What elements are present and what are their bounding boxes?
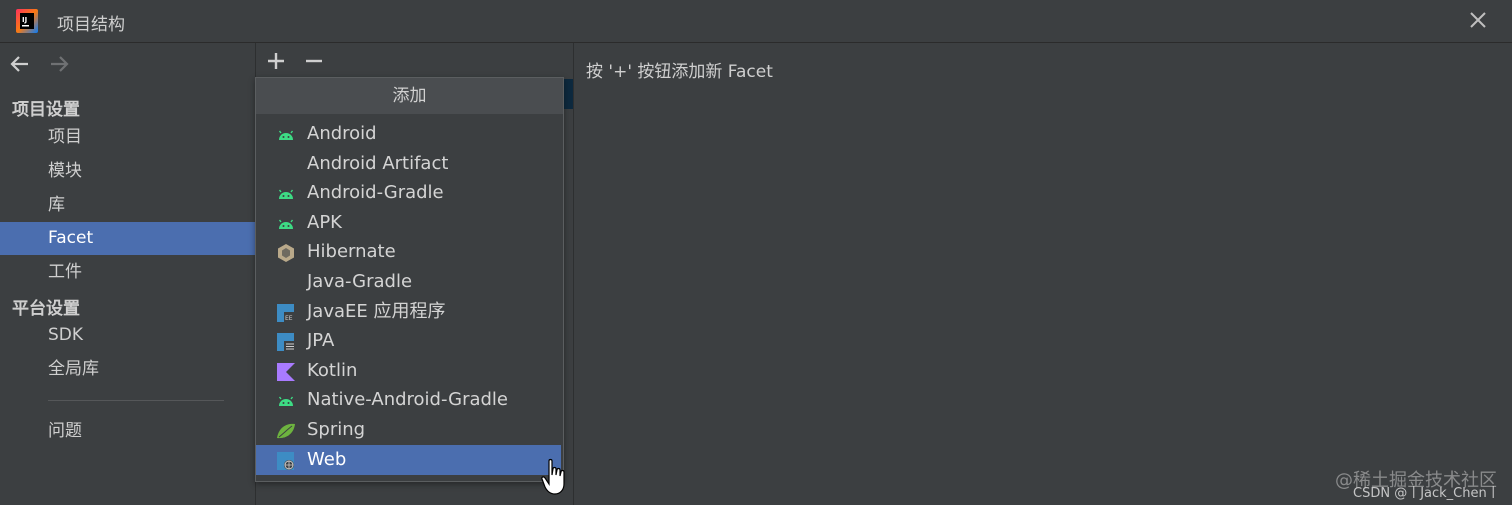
popup-item-android-artifact[interactable]: Android Artifact: [256, 149, 561, 179]
sidebar-divider: [48, 400, 224, 401]
android-icon: [278, 130, 294, 140]
popup-item-jpa[interactable]: JPA: [256, 326, 561, 356]
sidebar-item-label: 模块: [48, 161, 82, 181]
hibernate-icon: [278, 244, 294, 262]
sidebar-item-modules[interactable]: 模块: [0, 155, 255, 188]
forward-arrow-icon[interactable]: [46, 51, 72, 77]
project-settings-header: 项目设置: [12, 100, 80, 120]
popup-item-android-gradle[interactable]: Android-Gradle: [256, 178, 561, 208]
popup-item-label: Spring: [307, 419, 366, 440]
sidebar-item-label: Facet: [48, 228, 94, 248]
popup-item-apk[interactable]: APK: [256, 208, 561, 238]
sidebar-item-project[interactable]: 项目: [0, 121, 255, 154]
sidebar-item-facet[interactable]: Facet: [0, 222, 255, 255]
spring-leaf-icon: [277, 423, 295, 439]
window-title: 项目结构: [57, 15, 125, 35]
android-icon: [278, 189, 294, 199]
sidebar-item-label: 问题: [48, 421, 82, 441]
javaee-icon: EE: [277, 304, 295, 322]
add-facet-popup: 添加 Android Android Artifact Android-Grad…: [255, 77, 564, 482]
svg-text:IJ: IJ: [22, 16, 27, 24]
sidebar-item-label: 全局库: [48, 359, 99, 379]
popup-item-android[interactable]: Android: [256, 119, 561, 149]
popup-item-hibernate[interactable]: Hibernate: [256, 237, 561, 267]
kotlin-icon: [277, 363, 295, 381]
sidebar-item-libraries[interactable]: 库: [0, 189, 255, 222]
popup-item-label: Kotlin: [307, 360, 358, 381]
web-icon: [277, 452, 294, 470]
intellij-logo-icon: IJ: [16, 9, 38, 33]
sidebar: 项目设置 项目 模块 库 Facet 工件 平台设置 SDK 全局库 问题: [0, 43, 256, 505]
popup-item-kotlin[interactable]: Kotlin: [256, 356, 561, 386]
popup-item-label: Web: [307, 449, 347, 470]
popup-item-native-android-gradle[interactable]: Native-Android-Gradle: [256, 385, 561, 415]
popup-item-label: JavaEE 应用程序: [307, 301, 446, 322]
popup-item-label: APK: [307, 212, 342, 233]
title-bar: IJ 项目结构: [0, 0, 1512, 43]
hand-cursor-icon: [541, 458, 565, 495]
popup-item-label: Android: [307, 123, 377, 144]
popup-item-java-gradle[interactable]: Java-Gradle: [256, 267, 561, 297]
popup-item-label: JPA: [307, 330, 335, 351]
back-arrow-icon[interactable]: [7, 51, 33, 77]
content-area: 按 '+' 按钮添加新 Facet: [574, 43, 1512, 505]
sidebar-item-label: 项目: [48, 127, 82, 147]
sidebar-item-artifacts[interactable]: 工件: [0, 256, 255, 289]
sidebar-item-label: SDK: [48, 325, 84, 345]
jpa-icon: [277, 333, 295, 351]
sidebar-item-problems[interactable]: 问题: [0, 415, 255, 448]
popup-item-label: Android Artifact: [307, 153, 449, 174]
platform-settings-header: 平台设置: [12, 299, 80, 319]
sidebar-item-label: 工件: [48, 262, 82, 282]
popup-item-label: Android-Gradle: [307, 182, 444, 203]
sidebar-item-global-libraries[interactable]: 全局库: [0, 353, 255, 386]
sidebar-item-label: 库: [48, 195, 65, 215]
watermark-csdn: CSDN @丨Jack_Chen丨: [1353, 486, 1500, 501]
popup-item-label: Java-Gradle: [307, 271, 413, 292]
popup-item-label: Hibernate: [307, 241, 396, 262]
android-icon: [278, 396, 294, 406]
popup-item-web[interactable]: Web: [256, 445, 561, 475]
close-icon[interactable]: [1466, 8, 1490, 32]
popup-item-javaee[interactable]: EE JavaEE 应用程序: [256, 297, 561, 327]
sidebar-item-sdk[interactable]: SDK: [0, 319, 255, 352]
android-icon: [278, 219, 294, 229]
popup-item-label: Native-Android-Gradle: [307, 389, 509, 410]
popup-header: 添加: [256, 78, 563, 114]
remove-icon[interactable]: [302, 49, 326, 73]
popup-item-spring[interactable]: Spring: [256, 415, 561, 445]
add-icon[interactable]: [264, 49, 288, 73]
svg-text:EE: EE: [285, 315, 293, 322]
empty-hint-text: 按 '+' 按钮添加新 Facet: [586, 62, 773, 82]
